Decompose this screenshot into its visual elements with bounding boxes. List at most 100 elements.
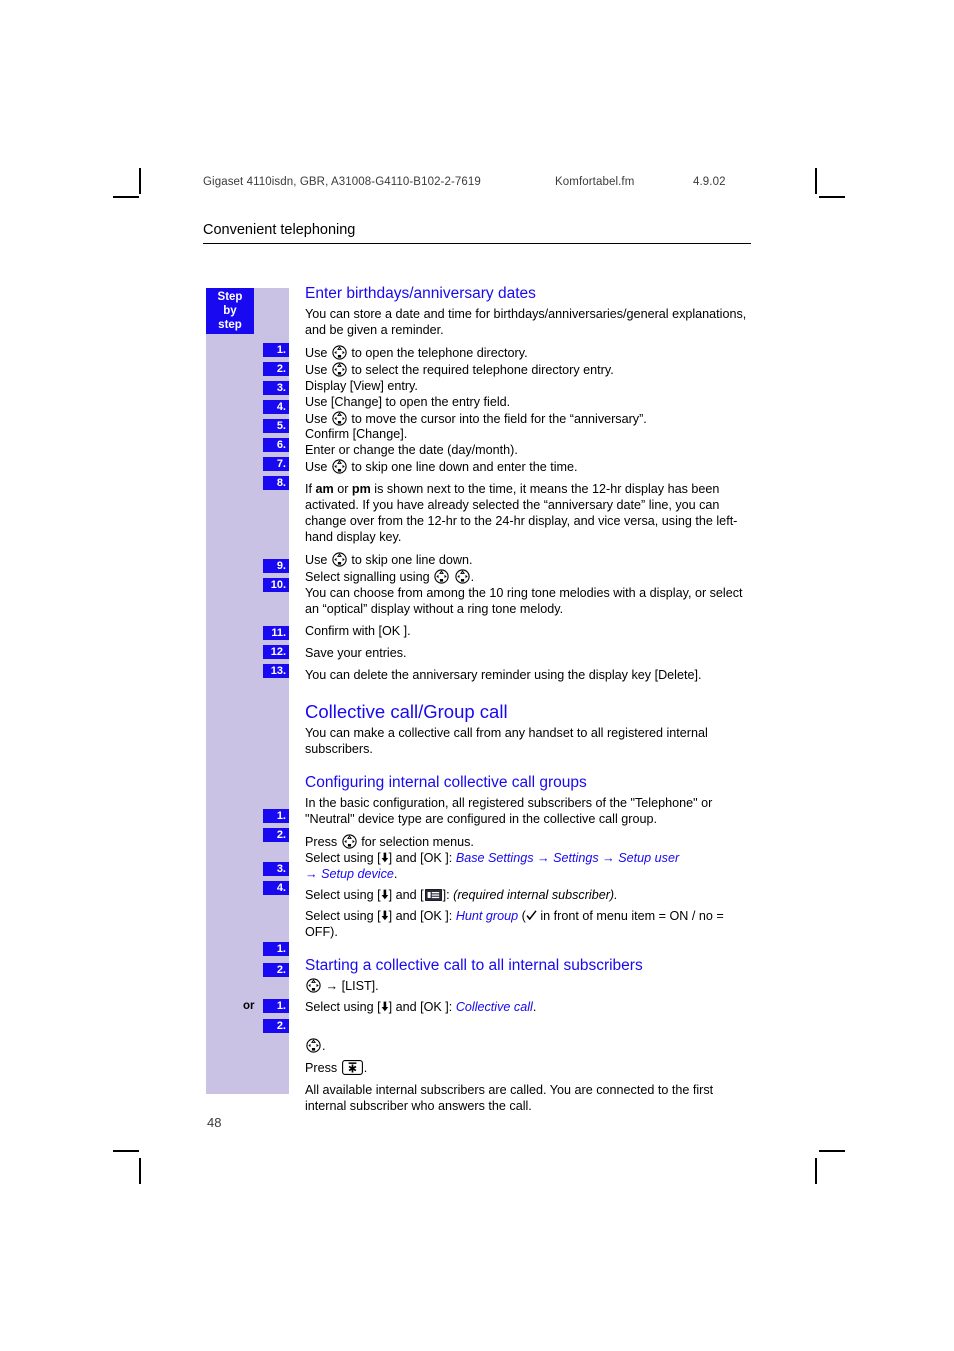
down-arrow-key-icon [381, 889, 389, 900]
starting-closing-note: All available internal subscribers are c… [305, 1083, 714, 1114]
config-step-2-mid: ] and [OK ]: [388, 850, 456, 865]
menu-arrow-icon: → [598, 850, 619, 865]
config-step-3-post: ]: [442, 887, 454, 902]
step-10-pre: Select signalling using [305, 570, 434, 585]
heading-starting-collective-call: Starting a collective call to all intern… [305, 956, 643, 974]
step-1-post: to open the telephone directory. [347, 345, 528, 360]
step-badge: 6. [263, 438, 289, 452]
nav-key-icon [306, 1038, 321, 1054]
heading-enter-birthdays: Enter birthdays/anniversary dates [305, 285, 536, 302]
step-badge: 5. [263, 419, 289, 433]
ampm-note-part1: If [305, 482, 316, 497]
svg-text:✱: ✱ [348, 1063, 357, 1076]
step-badge: 3. [263, 862, 289, 876]
header-date: 4.9.02 [693, 176, 726, 188]
ampm-note: If am or pm is shown next to the time, i… [305, 482, 757, 546]
step-badge: 2. [263, 362, 289, 376]
nav-key-icon [332, 552, 347, 568]
nav-key-icon [306, 978, 321, 994]
step-8-post: to skip one line down and enter the time… [347, 460, 578, 475]
start-step-2-mid: ] and [OK ]: [388, 1000, 456, 1015]
step-2: Use to select the required telephone dir… [305, 361, 757, 379]
or-label: or [243, 1000, 255, 1012]
page-number: 48 [207, 1115, 222, 1130]
step-badge: 7. [263, 457, 289, 471]
crop-mark-bottom-right-vertical [815, 1158, 817, 1184]
step-badge: 2. [263, 1019, 289, 1033]
step-2-post: to select the required telephone directo… [347, 362, 614, 377]
config-step-4-pre: Select using [ [305, 908, 381, 923]
ampm-bold-am: am [315, 482, 334, 497]
step-3: Display [View] entry. [305, 378, 418, 393]
step-badge: 4. [263, 400, 289, 414]
step-5: Use to move the cursor into the field fo… [305, 410, 757, 428]
step-badge: 12. [263, 645, 289, 659]
collective-intro: You can make a collective call from any … [305, 726, 708, 757]
config-step-2: Select using [ ] and [OK ]: Base Settings… [305, 851, 757, 883]
alt-step-2-pre: Press [305, 1061, 341, 1076]
menu-path-setup-user: Setup user [618, 850, 680, 865]
down-arrow-key-icon [381, 910, 389, 921]
crop-mark-top-right-horizontal [819, 196, 845, 198]
step-9-pre: Use [305, 553, 331, 568]
step-label-line1: Step [217, 291, 243, 303]
crop-mark-bottom-right-horizontal [819, 1150, 845, 1152]
step-by-step-label: Step by step [206, 288, 254, 334]
step-8-pre: Use [305, 460, 331, 475]
step-badge: 10. [263, 578, 289, 592]
menu-list-key-icon [424, 889, 442, 901]
step-5-post: to move the cursor into the field for th… [347, 411, 647, 426]
step-badge: 2. [263, 828, 289, 842]
step-8: Use to skip one line down and enter the … [305, 459, 757, 476]
step-label-line2: by [223, 305, 237, 318]
config-step-1-pre: Press [305, 834, 341, 849]
step-badge: 13. [263, 664, 289, 678]
step-5-pre: Use [305, 411, 331, 426]
crop-mark-top-left-horizontal [113, 196, 139, 198]
config-step-4-paren: ( [518, 908, 526, 923]
config-step-1-post: for selection menus. [357, 834, 474, 849]
menu-path-settings: Settings [553, 850, 599, 865]
step-badge: 3. [263, 381, 289, 395]
ampm-note-part3: is shown next to the time, it means the … [305, 482, 738, 545]
step-badge: 1. [263, 809, 289, 823]
config-step-3-italic: (required internal subscriber). [453, 887, 618, 902]
config-step-3-mid: ] and [ [388, 887, 424, 902]
menu-arrow-icon: → [305, 866, 322, 881]
ampm-note-part2: or [333, 482, 352, 497]
birthdays-intro: You can store a date and time for birthd… [305, 306, 747, 337]
crop-mark-top-left-vertical [139, 168, 141, 194]
config-step-2-pre: Select using [ [305, 850, 381, 865]
step-badge: 1. [263, 999, 289, 1013]
step-9-post: to skip one line down. [347, 553, 473, 568]
alt-step-1-post: . [322, 1039, 326, 1054]
crop-mark-top-right-vertical [815, 168, 817, 194]
nav-key-icon [332, 361, 347, 377]
step-badge: 8. [263, 476, 289, 490]
menu-path-base-settings: Base Settings [455, 850, 534, 865]
menu-path-setup-device: Setup device [321, 866, 394, 881]
step-13: You can delete the anniversary reminder … [305, 668, 702, 683]
menu-item-hunt-group: Hunt group [455, 908, 519, 923]
step-12: Save your entries. [305, 646, 407, 661]
crop-mark-bottom-left-vertical [139, 1158, 141, 1184]
step-4: Use [Change] to open the entry field. [305, 394, 511, 409]
config-step-3: Select using [] and []: (required intern… [305, 888, 757, 904]
step-6: Confirm [Change]. [305, 427, 408, 442]
start-step-1-post: → [LIST]. [322, 979, 379, 994]
step-10-post: . [470, 570, 475, 585]
alt-step-2: Press ✱. [305, 1060, 757, 1077]
start-step-2-end: . [532, 1000, 537, 1015]
step-badge: 1. [263, 343, 289, 357]
menu-item-collective-call: Collective call [455, 1000, 533, 1015]
ampm-bold-pm: pm [351, 482, 371, 497]
alt-step-2-post: . [363, 1061, 368, 1076]
menu-arrow-icon: → [533, 850, 554, 865]
alt-step-1: . [305, 1038, 757, 1055]
down-arrow-key-icon [381, 852, 389, 863]
configuring-intro: In the basic configuration, all register… [305, 796, 713, 826]
step-1-pre: Use [305, 345, 331, 360]
start-step-1: → [LIST]. [305, 978, 757, 995]
step-badge: 1. [263, 942, 289, 956]
step-badge: 4. [263, 881, 289, 895]
